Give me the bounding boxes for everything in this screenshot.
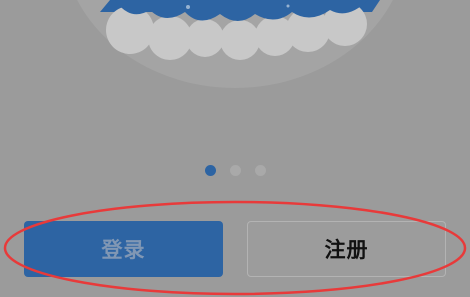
page-indicator <box>205 165 267 177</box>
page-dot[interactable] <box>255 165 266 176</box>
app-screen: 登录 注册 <box>0 0 470 297</box>
register-button[interactable]: 注册 <box>247 221 446 277</box>
register-button-label: 注册 <box>324 238 369 262</box>
login-button-label: 登录 <box>101 238 146 262</box>
cloud-illustration-icon <box>100 0 380 60</box>
page-dot-active[interactable] <box>205 165 216 176</box>
page-dot[interactable] <box>230 165 241 176</box>
login-button[interactable]: 登录 <box>24 221 223 277</box>
